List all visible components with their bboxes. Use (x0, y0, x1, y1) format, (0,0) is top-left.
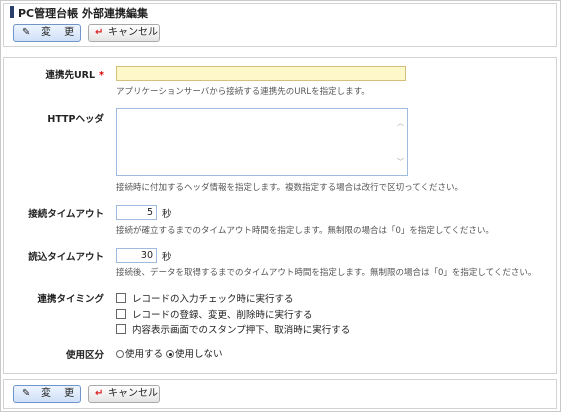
usage-label: 使用区分 (65, 350, 104, 361)
scroll-up-icon[interactable]: ︿ (397, 118, 404, 128)
timing-label: 連携タイミング (37, 294, 104, 305)
timing-checkbox-input-check[interactable]: レコードの入力チェック時に実行する (116, 291, 294, 305)
return-arrow-icon: ↵ (95, 388, 104, 399)
page-header: PC管理台帳 外部連携編集 ✎ 変 更 ↵ キャンセル (3, 3, 557, 47)
return-arrow-icon: ↵ (95, 27, 104, 38)
connect-timeout-unit: 秒 (162, 209, 172, 220)
read-timeout-help: 接続後、データを取得するまでのタイムアウト時間を指定します。無制限の場合は「0」… (116, 268, 537, 278)
read-timeout-input[interactable]: 30 (116, 248, 157, 263)
connect-timeout-label: 接続タイムアウト (28, 209, 104, 220)
url-help: アプリケーションサーバから接続する連携先のURLを指定します。 (116, 87, 370, 97)
radio-icon (116, 350, 124, 358)
read-timeout-unit: 秒 (162, 252, 172, 263)
url-label: 連携先URL * (45, 70, 104, 81)
connect-timeout-input[interactable]: 5 (116, 205, 157, 220)
scroll-down-icon[interactable]: ﹀ (397, 157, 404, 167)
http-header-label: HTTPヘッダ (47, 114, 104, 125)
change-button[interactable]: ✎ 変 更 (13, 24, 81, 42)
pencil-icon: ✎ (22, 27, 31, 38)
checkbox-icon (116, 324, 126, 334)
usage-radio-not-use[interactable]: 使用しない (166, 346, 223, 360)
cancel-button-bottom[interactable]: ↵ キャンセル (88, 385, 160, 403)
url-input[interactable] (116, 66, 406, 81)
checkbox-icon (116, 293, 126, 303)
read-timeout-label: 読込タイムアウト (28, 252, 104, 263)
change-button-bottom[interactable]: ✎ 変 更 (13, 385, 81, 403)
usage-radio-use[interactable]: 使用する (116, 346, 163, 360)
cancel-button[interactable]: ↵ キャンセル (88, 24, 160, 42)
connect-timeout-help: 接続が確立するまでのタイムアウト時間を指定します。無制限の場合は「0」を指定して… (116, 226, 494, 236)
http-header-help: 接続時に付加するヘッダ情報を指定します。複数指定する場合は改行で区切ってください… (116, 183, 463, 193)
timing-checkbox-stamp[interactable]: 内容表示画面でのスタンプ押下、取消時に実行する (116, 322, 350, 336)
radio-selected-icon (166, 350, 174, 358)
page-footer: ✎ 変 更 ↵ キャンセル (3, 379, 557, 409)
title-accent-bar (10, 6, 14, 18)
checkbox-icon (116, 309, 126, 319)
required-mark: * (99, 70, 104, 81)
http-header-textarea[interactable]: ︿ ﹀ (116, 108, 408, 176)
pencil-icon: ✎ (22, 388, 31, 399)
timing-checkbox-record-change[interactable]: レコードの登録、変更、削除時に実行する (116, 307, 313, 321)
page-title: PC管理台帳 外部連携編集 (18, 7, 148, 20)
